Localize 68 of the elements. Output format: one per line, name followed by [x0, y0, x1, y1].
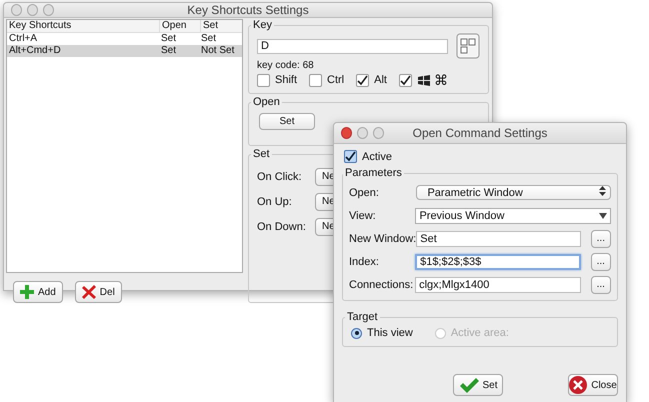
radio-label: This view [367, 327, 413, 339]
command-symbol: ⌘ [434, 73, 448, 87]
field-label: View: [349, 210, 377, 222]
stepper-arrows-icon [599, 186, 606, 196]
radio-label: Active area: [450, 327, 509, 339]
add-button[interactable]: Add [13, 281, 63, 303]
checkbox[interactable] [344, 150, 357, 163]
key-code-label: key code: 68 [257, 60, 315, 71]
table-cell-text: Ctrl+A [8, 33, 38, 45]
close-icon [569, 376, 588, 394]
table-row[interactable]: Alt+Cmd+D Set Not Set [7, 45, 242, 57]
minimize-button[interactable] [27, 4, 38, 16]
column-header[interactable]: Key Shortcuts [7, 20, 159, 32]
checkmark-icon [458, 377, 478, 393]
checkbox-label: Active [362, 150, 392, 162]
checkbox-label: Ctrl [327, 74, 344, 86]
checkbox[interactable] [398, 74, 412, 86]
text-field[interactable]: Set [416, 230, 581, 246]
window-title: Key Shortcuts Settings [186, 3, 310, 17]
popup-menu[interactable]: Parametric Window [416, 185, 611, 200]
close-button[interactable] [341, 127, 352, 139]
text-field[interactable]: clgx;Mlgx1400 [415, 276, 581, 292]
browse-button[interactable]: ... [590, 276, 612, 294]
group-title: Key [252, 19, 273, 31]
close-button[interactable]: Close [568, 374, 618, 396]
browse-button[interactable]: ... [590, 252, 612, 270]
windows-logo-icon [416, 74, 431, 86]
group-title: Target [346, 311, 379, 323]
field-label: Open: [349, 186, 380, 198]
field-label: Connections: [349, 278, 414, 290]
browse-button[interactable]: ... [590, 230, 611, 248]
dropdown-arrow-icon [599, 212, 607, 218]
plus-icon [20, 285, 34, 299]
table-cell-text: Set [160, 33, 178, 45]
set-button[interactable]: Set [259, 113, 315, 130]
checkbox[interactable] [356, 74, 370, 86]
zoom-button[interactable] [43, 4, 54, 16]
zoom-button[interactable] [373, 127, 384, 139]
table-cell-text: Set [200, 33, 218, 45]
table-row[interactable]: Ctrl+A Set Set [7, 33, 242, 45]
table-cell-text: Alt+Cmd+D [8, 45, 62, 57]
cross-icon [82, 285, 96, 299]
radio-button[interactable] [351, 328, 362, 338]
delete-button[interactable]: Del [74, 281, 122, 303]
combo-box[interactable]: Previous Window [415, 208, 611, 224]
minimize-button[interactable] [357, 127, 368, 139]
checkbox[interactable] [309, 74, 322, 86]
field-label: New Window: [349, 232, 416, 244]
column-header[interactable]: Open [159, 20, 200, 32]
window-title: Open Command Settings [412, 126, 548, 140]
keyboard-icon [456, 33, 480, 59]
field-label: On Up: [257, 196, 293, 208]
set-button[interactable]: Set [453, 374, 503, 396]
checkbox-label: Shift [275, 74, 298, 86]
group-title: Parameters [344, 167, 403, 179]
field-label: On Click: [257, 170, 303, 182]
table-cell-text: Not Set [200, 45, 236, 57]
text-field[interactable]: $1$;$2$;$3$ [415, 254, 581, 270]
table-cell-text: Set [160, 45, 178, 57]
column-header[interactable]: Set [200, 20, 242, 32]
group-title: Set [252, 148, 271, 160]
checkbox-label: Alt [374, 74, 387, 86]
field-label: On Down: [257, 220, 307, 232]
field-label: Index: [349, 256, 380, 268]
key-field[interactable]: D [257, 38, 448, 54]
close-button[interactable] [11, 4, 22, 16]
checkbox[interactable] [257, 74, 270, 86]
group-title: Open [252, 96, 281, 108]
